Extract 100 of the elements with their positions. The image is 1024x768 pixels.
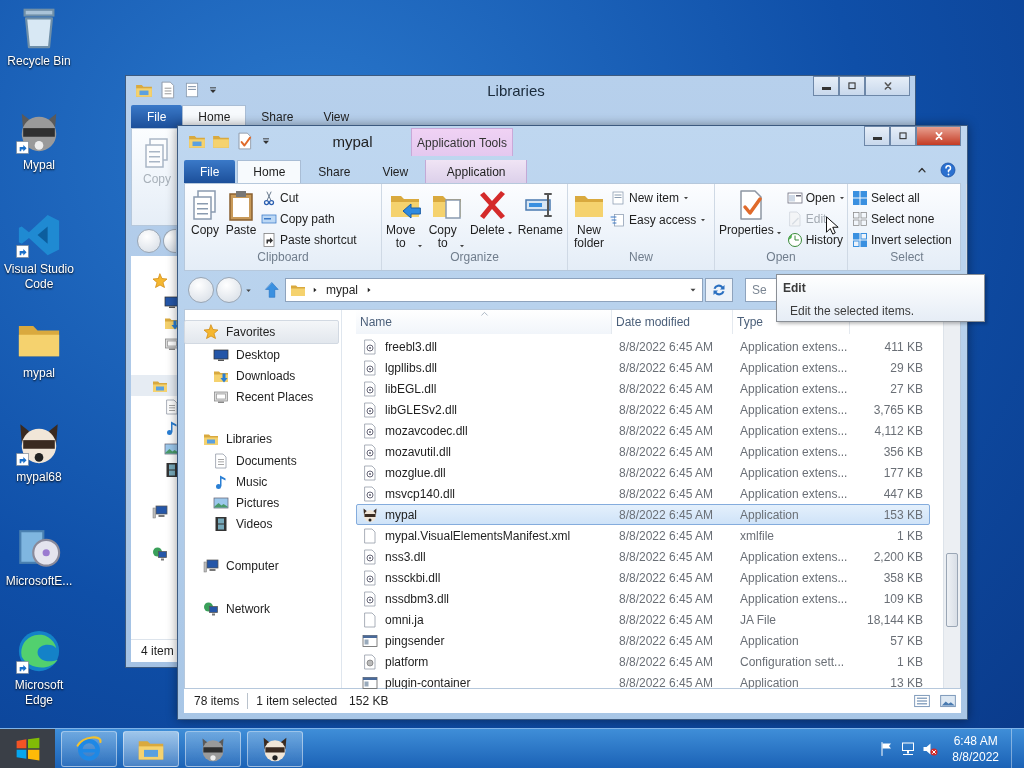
ribbon-tab[interactable]: File [131,105,183,128]
file-row[interactable]: mypal.VisualElementsManifest.xml 8/8/2022 6:45 AM xmlfile 1 KB [356,525,930,546]
ribbon-button[interactable]: New item [608,187,710,209]
file-name: msvcp140.dll [385,486,456,501]
breadcrumb[interactable]: mypal [324,283,360,297]
ribbon-tab[interactable]: Share [246,105,309,128]
nav-item[interactable]: Music [185,471,341,492]
new-item-icon [183,81,201,99]
minimize-button[interactable] [864,126,890,146]
icon-tile[interactable]: Microsoft Edge [0,628,78,732]
recent-places-icon [213,388,229,405]
refresh-button[interactable] [705,278,733,302]
file-row[interactable]: mypal 8/8/2022 6:45 AM Application 153 KB [356,504,930,525]
nav-item[interactable]: Documents [185,450,341,471]
details-view-icon[interactable] [913,692,931,710]
date-cell-text: 8/8/2022 6:45 AM [618,612,715,627]
ribbon-button[interactable]: History [784,229,849,250]
blank-file-icon [362,611,378,628]
icon-tile[interactable]: Recycle Bin [0,4,78,108]
taskbar-button[interactable] [185,730,241,767]
breadcrumb-arrow-icon[interactable] [365,286,373,294]
file-row[interactable]: msvcp140.dll 8/8/2022 6:45 AM Application extens... 447 KB [356,483,930,504]
file-row[interactable]: omni.ja 8/8/2022 6:45 AM JA File 18,144 KB [356,609,930,630]
ribbon-button[interactable]: Easy access [608,209,710,231]
scissors-icon [261,189,277,206]
file-row[interactable]: lgpllibs.dll 8/8/2022 6:45 AM Application extens... 29 KB [356,357,930,378]
type-cell-text: Application [739,507,800,522]
help-icon[interactable] [940,161,956,178]
ribbon-tab[interactable]: View [308,105,365,128]
contextual-tab-header: Application Tools [411,128,513,156]
ribbon-tab[interactable]: Share [303,160,366,183]
nav-item[interactable]: Computer [185,555,341,577]
file-row[interactable]: libGLESv2.dll 8/8/2022 6:45 AM Application extens... 3,765 KB [356,399,930,420]
type-cell-text: Application extens... [739,591,849,606]
file-row[interactable]: mozavcodec.dll 8/8/2022 6:45 AM Application extens... 4,112 KB [356,420,930,441]
file-row[interactable]: nssdbm3.dll 8/8/2022 6:45 AM Application extens... 109 KB [356,588,930,609]
icon-tile[interactable]: Visual Studio Code [0,212,78,316]
nav-item[interactable]: Videos [185,513,341,534]
taskbar-button[interactable] [247,730,303,767]
ribbon-button[interactable]: New folder [570,187,608,254]
file-row[interactable]: mozglue.dll 8/8/2022 6:45 AM Application extens... 177 KB [356,462,930,483]
thumbnails-view-icon[interactable] [939,692,957,710]
ribbon-tab[interactable]: Application [425,160,528,183]
nav-item[interactable]: Libraries [185,428,341,450]
minimize-button[interactable] [813,76,839,96]
date-cell-text: 8/8/2022 6:45 AM [618,675,715,690]
ribbon-button[interactable]: Copy [187,187,223,241]
date-cell-text: 8/8/2022 6:45 AM [618,465,715,480]
icon-tile[interactable]: Mypal [0,108,78,212]
file-row[interactable]: nssckbi.dll 8/8/2022 6:45 AM Application extens... 358 KB [356,567,930,588]
ribbon-button[interactable]: Invert selection [850,229,954,250]
date-cell-text: 8/8/2022 6:45 AM [618,444,715,459]
column-header[interactable]: Date modified [612,310,733,334]
maximize-button[interactable] [839,76,865,96]
date-cell-text: 8/8/2022 6:45 AM [618,654,715,669]
network-icon[interactable] [900,740,917,757]
ribbon-button[interactable]: Select all [850,187,954,208]
ribbon-button[interactable]: Rename [515,187,565,241]
windows-logo-icon [14,735,41,762]
breadcrumb-arrow-icon[interactable] [311,286,319,294]
file-row[interactable]: platform 8/8/2022 6:45 AM Configuration sett... 1 KB [356,651,930,672]
nav-item[interactable]: Recent Places [185,386,341,407]
maximize-button[interactable] [890,126,916,146]
monitor-icon [164,293,180,310]
file-row[interactable]: pingsender 8/8/2022 6:45 AM Application 57 KB [356,630,930,651]
file-row[interactable]: nss3.dll 8/8/2022 6:45 AM Application extens... 2,200 KB [356,546,930,567]
ribbon-button[interactable]: Delete [467,187,516,241]
ribbon-button[interactable]: Copy path [259,208,359,229]
start-button[interactable] [0,728,55,768]
nav-item[interactable]: Desktop [185,344,341,365]
icon-tile[interactable]: MicrosoftE... [0,524,78,628]
column-header[interactable]: Name [356,310,612,334]
ribbon-button[interactable]: Properties [717,187,785,241]
ribbon-button[interactable]: Open [784,187,849,208]
nav-item[interactable]: Favorites [184,320,339,344]
ribbon-tab[interactable]: File [184,160,236,183]
file-row[interactable]: plugin-container 8/8/2022 6:45 AM Application 13 KB [356,672,930,693]
settings-file-icon [362,401,378,418]
size-cell-text: 1 KB [896,654,924,669]
ribbon-button[interactable]: Cut [259,187,359,208]
ribbon-button[interactable]: Select none [850,208,954,229]
address-bar[interactable]: mypal [285,278,703,302]
icon-tile[interactable]: mypal68 [0,420,78,524]
nav-item[interactable]: Pictures [185,492,341,513]
nav-item[interactable]: Downloads [185,365,341,386]
ribbon-button[interactable]: Paste [223,187,259,241]
ribbon-tab[interactable]: Home [237,160,302,183]
ribbon-button[interactable]: Paste shortcut [259,229,359,250]
nav-item[interactable]: Network [185,598,341,620]
type-cell-text: Application extens... [739,381,849,396]
ribbon-tab[interactable]: View [367,160,424,183]
file-row[interactable]: libEGL.dll 8/8/2022 6:45 AM Application extens... 27 KB [356,378,930,399]
file-row[interactable]: mozavutil.dll 8/8/2022 6:45 AM Application extens... 356 KB [356,441,930,462]
close-button[interactable] [916,126,961,146]
selection-size: 152 KB [349,694,389,708]
icon-tile[interactable]: mypal [0,316,78,420]
ribbon-button[interactable]: Move to [384,187,427,254]
file-row[interactable]: freebl3.dll 8/8/2022 6:45 AM Application extens... 411 KB [356,336,930,357]
file-name: nssdbm3.dll [385,591,450,606]
close-button[interactable] [865,76,910,96]
